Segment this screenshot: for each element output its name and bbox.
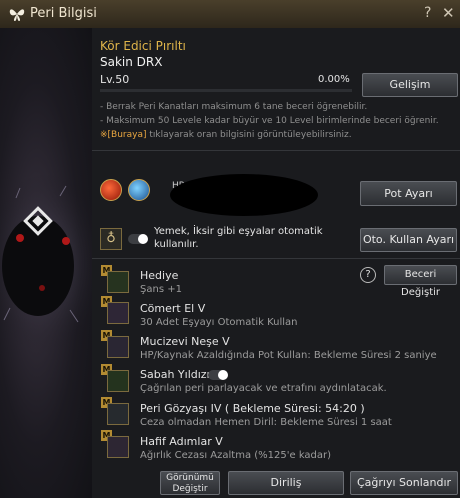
skill-name: Hafif Adımlar V <box>140 435 223 448</box>
info-line-1: - Berrak Peri Kanatları maksimum 6 tane … <box>100 102 368 112</box>
exp-bar <box>100 89 352 92</box>
skill-desc: Ağırlık Cezası Azaltma (%125'e kadar) <box>140 450 332 461</box>
mp-potion-icon[interactable] <box>128 179 150 201</box>
skill-desc: 30 Adet Eşyayı Otomatik Kullan <box>140 317 298 328</box>
close-button[interactable]: ✕ <box>442 4 455 22</box>
warning-icon: ※ <box>100 130 108 140</box>
skill-name: Sabah Yıldızı <box>140 368 210 381</box>
skill-info-icon[interactable]: ? <box>360 267 376 283</box>
info-line-3: ※[Buraya] tıklayarak oran bilgisini görü… <box>100 130 352 140</box>
rate-info-text: tıklayarak oran bilgisini görüntüleyebil… <box>146 130 352 140</box>
change-appearance-line-2: Değiştir <box>172 484 208 494</box>
rate-info-link[interactable]: [Buraya] <box>108 130 147 140</box>
feather-icon <box>107 436 129 458</box>
hp-potion-icon[interactable] <box>100 179 122 201</box>
pet-level: Lv.50 <box>100 73 130 86</box>
upgrade-button[interactable]: Gelişim <box>362 73 458 97</box>
skill-name: Cömert El V <box>140 302 206 315</box>
skill-desc: HP/Kaynak Azaldığında Pot Kullan: Beklem… <box>140 350 437 361</box>
auto-use-text-1: Yemek, İksir gibi eşyalar otomatik <box>154 226 323 237</box>
tear-icon <box>107 403 129 425</box>
window-title: Peri Bilgisi <box>30 6 97 21</box>
skill-name: Mucizevi Neşe V <box>140 335 230 348</box>
divider <box>92 150 460 151</box>
morning-star-toggle[interactable] <box>208 370 228 380</box>
change-skill-button[interactable]: Beceri Değiştir <box>384 265 457 298</box>
skill-desc: Şans +1 <box>140 284 182 295</box>
lantern-icon <box>107 370 129 392</box>
skill-name: Peri Gözyaşı IV ( Bekleme Süresi: 54:20 … <box>140 402 365 415</box>
pet-exp-percent: 0.00% <box>318 74 350 85</box>
title-bar[interactable]: Peri Bilgisi ? ✕ <box>0 0 460 29</box>
change-appearance-line-1: Görünümü <box>166 473 214 483</box>
skill-desc: Ceza olmadan Hemen Diril: Bekleme Süresi… <box>140 417 392 428</box>
skill-desc: Çağrılan peri parlayacak ve etrafını ayd… <box>140 383 387 394</box>
pot-settings-button[interactable]: Pot Ayarı <box>360 181 457 206</box>
potion-icon <box>107 336 129 358</box>
auto-use-icon: ♁ <box>100 228 122 250</box>
pet-portrait <box>0 28 105 498</box>
skill-name: Hediye <box>140 269 179 282</box>
divider <box>92 258 460 259</box>
clover-icon <box>107 271 129 293</box>
pet-image <box>0 173 105 353</box>
redacted-region <box>170 174 318 216</box>
butterfly-icon <box>9 9 25 21</box>
fairy-icon <box>107 302 129 324</box>
pet-name: Kör Edici Pırıltı <box>100 39 186 53</box>
pet-info-window: Peri Bilgisi ? ✕ Kör Edici Pırıltı Sakin… <box>0 0 460 498</box>
info-line-2: - Maksimum 50 Levele kadar büyür ve 10 L… <box>100 116 439 126</box>
help-button[interactable]: ? <box>424 5 431 21</box>
pet-type: Sakin DRX <box>100 55 163 69</box>
auto-use-text-2: kullanılır. <box>154 239 199 250</box>
pet-details-panel: Kör Edici Pırıltı Sakin DRX Lv.50 0.00% … <box>92 28 460 498</box>
end-summon-button[interactable]: Çağrıyı Sonlandır <box>350 471 458 495</box>
auto-use-toggle[interactable] <box>128 234 148 244</box>
change-appearance-button[interactable]: Görünümü Değiştir <box>160 471 220 495</box>
auto-use-settings-button[interactable]: Oto. Kullan Ayarı <box>360 228 457 252</box>
revive-button[interactable]: Diriliş <box>228 471 344 495</box>
